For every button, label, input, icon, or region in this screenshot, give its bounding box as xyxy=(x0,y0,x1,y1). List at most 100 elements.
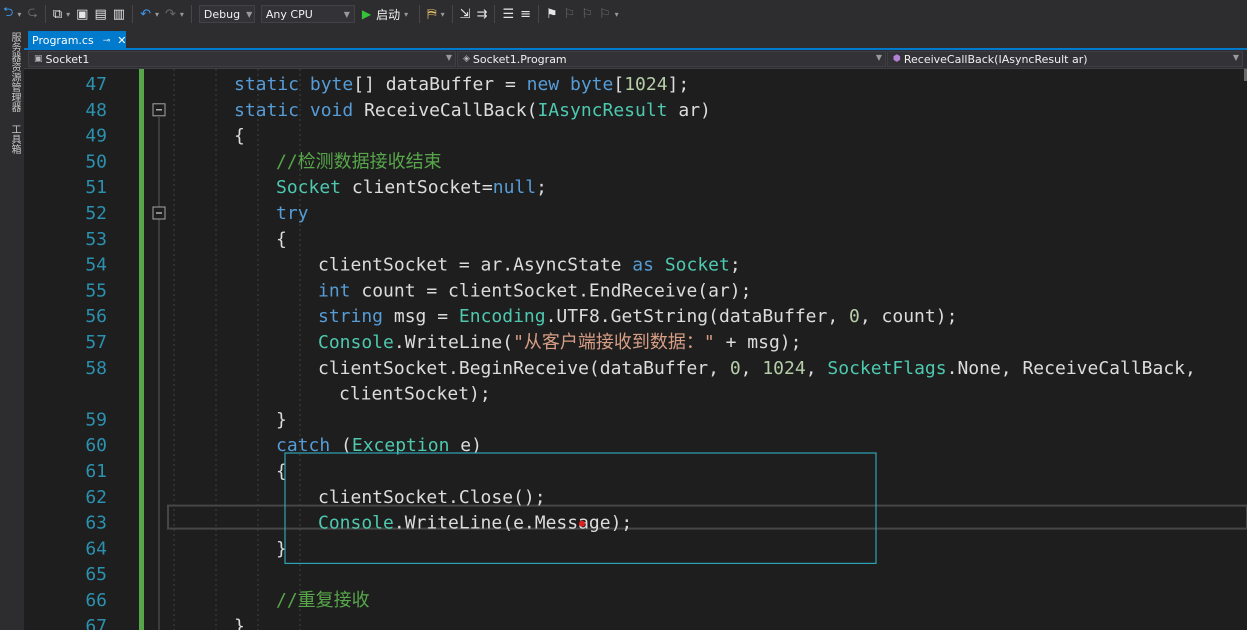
code-token: clientSocket); xyxy=(339,384,491,405)
redo-dropdown-icon[interactable]: ▾ xyxy=(180,10,184,19)
code-token: 1024 xyxy=(624,74,667,95)
solution-platform-select[interactable]: Any CPU ▼ xyxy=(260,5,355,23)
code-token: static xyxy=(234,74,299,95)
server-explorer-tab[interactable]: 服务器资源管理器 xyxy=(6,32,20,112)
code-token: ; xyxy=(730,255,741,276)
code-token: null xyxy=(493,177,536,198)
comment-lines-icon[interactable]: ☰ xyxy=(500,4,516,24)
code-token: .None, ReceiveCallBack, xyxy=(947,358,1196,379)
type-value: Socket1.Program xyxy=(472,52,567,66)
new-dropdown-icon[interactable]: ▾ xyxy=(66,10,70,19)
previous-bookmark-icon[interactable]: ⚐ xyxy=(562,4,578,24)
toolbar-separator xyxy=(538,5,540,23)
navigate-forward-icon[interactable]: ⮎ xyxy=(25,4,39,24)
line-number: 57 xyxy=(85,332,107,353)
type-dropdown[interactable]: ◈ Socket1.Program ▼ xyxy=(457,51,886,67)
tab-program-cs[interactable]: Program.cs ⊸ ✕ xyxy=(28,31,126,50)
clear-bookmarks-icon[interactable]: ⚐ xyxy=(597,4,613,24)
code-token: [ xyxy=(613,74,624,95)
uncomment-lines-icon[interactable]: ≡ xyxy=(518,4,533,24)
next-bookmark-icon[interactable]: ⚐ xyxy=(579,4,595,24)
project-value: Socket1 xyxy=(45,52,90,66)
platform-value: Any CPU xyxy=(265,7,313,21)
pin-icon[interactable]: ⊸ xyxy=(103,36,111,46)
line-number: 61 xyxy=(85,461,107,482)
line-number: 60 xyxy=(85,435,107,456)
code-token: ]; xyxy=(668,74,690,95)
solution-configuration-select[interactable]: Debug ▼ xyxy=(198,5,255,23)
code-token xyxy=(559,74,570,95)
navigation-bar: ▣ Socket1 ▼ ◈ Socket1.Program ▼ ⬢ Receiv… xyxy=(24,50,1247,69)
project-dropdown[interactable]: ▣ Socket1 ▼ xyxy=(28,51,456,67)
undo-icon[interactable]: ↶ xyxy=(138,4,153,24)
code-token: 0 xyxy=(730,358,741,379)
project-icon: ▣ xyxy=(34,54,43,64)
code-line: static void ReceiveCallBack(IAsyncResult… xyxy=(234,100,711,121)
line-number: 63 xyxy=(85,513,107,534)
code-token: Socket xyxy=(665,255,730,276)
code-token: [] dataBuffer = xyxy=(353,74,526,95)
publish-dropdown-icon[interactable]: ▾ xyxy=(441,10,445,19)
code-token: string xyxy=(318,306,383,327)
code-token: , xyxy=(806,358,828,379)
code-token xyxy=(654,255,665,276)
save-all-icon[interactable]: ▥ xyxy=(111,4,127,24)
selection-highlight-box xyxy=(284,452,877,565)
code-token: + msg); xyxy=(715,332,802,353)
line-number: 50 xyxy=(85,151,107,172)
toolbox-tab[interactable]: 工具箱 xyxy=(6,124,20,154)
start-dropdown-icon[interactable]: ▾ xyxy=(404,10,408,19)
code-token: .UTF8.GetString(dataBuffer, xyxy=(546,306,849,327)
toolbar-overflow-icon[interactable]: ▾ xyxy=(615,10,619,19)
side-panel-strip: 服务器资源管理器 工具箱 xyxy=(0,28,24,630)
code-token: void xyxy=(310,100,353,121)
chevron-down-icon: ▼ xyxy=(246,9,253,19)
chevron-down-icon: ▼ xyxy=(1232,53,1239,62)
code-line: string msg = Encoding.UTF8.GetString(dat… xyxy=(318,306,957,327)
tab-title: Program.cs xyxy=(32,34,94,47)
navigate-back-icon[interactable]: ⮌ xyxy=(1,4,15,24)
code-line: } xyxy=(276,409,287,430)
undo-dropdown-icon[interactable]: ▾ xyxy=(155,10,159,19)
code-token: 1024 xyxy=(762,358,805,379)
code-token: clientSocket.BeginReceive(dataBuffer, xyxy=(318,358,730,379)
open-file-icon[interactable]: ▣ xyxy=(74,4,90,24)
code-token: Encoding xyxy=(459,306,546,327)
toolbar-separator xyxy=(44,5,46,23)
publish-icon[interactable]: ⛿ xyxy=(425,4,438,24)
code-line: clientSocket = ar.AsyncState as Socket; xyxy=(318,255,741,276)
line-number: 49 xyxy=(85,126,107,147)
start-label: 启动 xyxy=(376,7,401,22)
code-editor[interactable]: 47 static byte[] dataBuffer = new byte[10… xyxy=(24,69,1247,630)
class-icon: ◈ xyxy=(463,54,470,64)
start-debugging-button[interactable]: ▶ 启动 ▾ xyxy=(362,6,411,23)
member-value: ReceiveCallBack(IAsyncResult ar) xyxy=(903,52,1088,66)
code-line: Socket clientSocket=null; xyxy=(276,177,547,198)
code-line: } xyxy=(234,616,245,630)
code-line: static byte[] dataBuffer = new byte[1024… xyxy=(234,74,689,95)
member-dropdown[interactable]: ⬢ ReceiveCallBack(IAsyncResult ar) ▼ xyxy=(887,51,1243,67)
code-token: clientSocket = ar.AsyncState xyxy=(318,255,632,276)
code-line: clientSocket.Close(); xyxy=(318,487,546,508)
save-icon[interactable]: ▤ xyxy=(92,4,108,24)
code-token: msg = xyxy=(383,306,459,327)
line-number: 64 xyxy=(85,538,107,559)
code-token: , count); xyxy=(860,306,958,327)
back-dropdown-icon[interactable]: ▾ xyxy=(17,10,21,19)
code-line: //重复接收 xyxy=(276,590,370,611)
line-number: 47 xyxy=(85,74,107,95)
step-over-icon[interactable]: ⇉ xyxy=(475,4,490,24)
code-token: Socket xyxy=(276,177,341,198)
close-icon[interactable]: ✕ xyxy=(117,34,126,47)
bookmark-icon[interactable]: ⚑ xyxy=(544,4,560,24)
code-token: .WriteLine( xyxy=(394,332,513,353)
redo-icon[interactable]: ↷ xyxy=(163,4,178,24)
new-project-icon[interactable]: ⧉ xyxy=(51,4,64,24)
line-number: 59 xyxy=(85,409,107,430)
code-line: //检测数据接收结束 xyxy=(276,151,442,172)
step-into-icon[interactable]: ⇲ xyxy=(458,4,473,24)
line-number: 67 xyxy=(85,616,107,630)
code-line: { xyxy=(234,126,245,147)
code-token: } xyxy=(276,409,287,430)
code-token: clientSocket.Close(); xyxy=(318,487,546,508)
